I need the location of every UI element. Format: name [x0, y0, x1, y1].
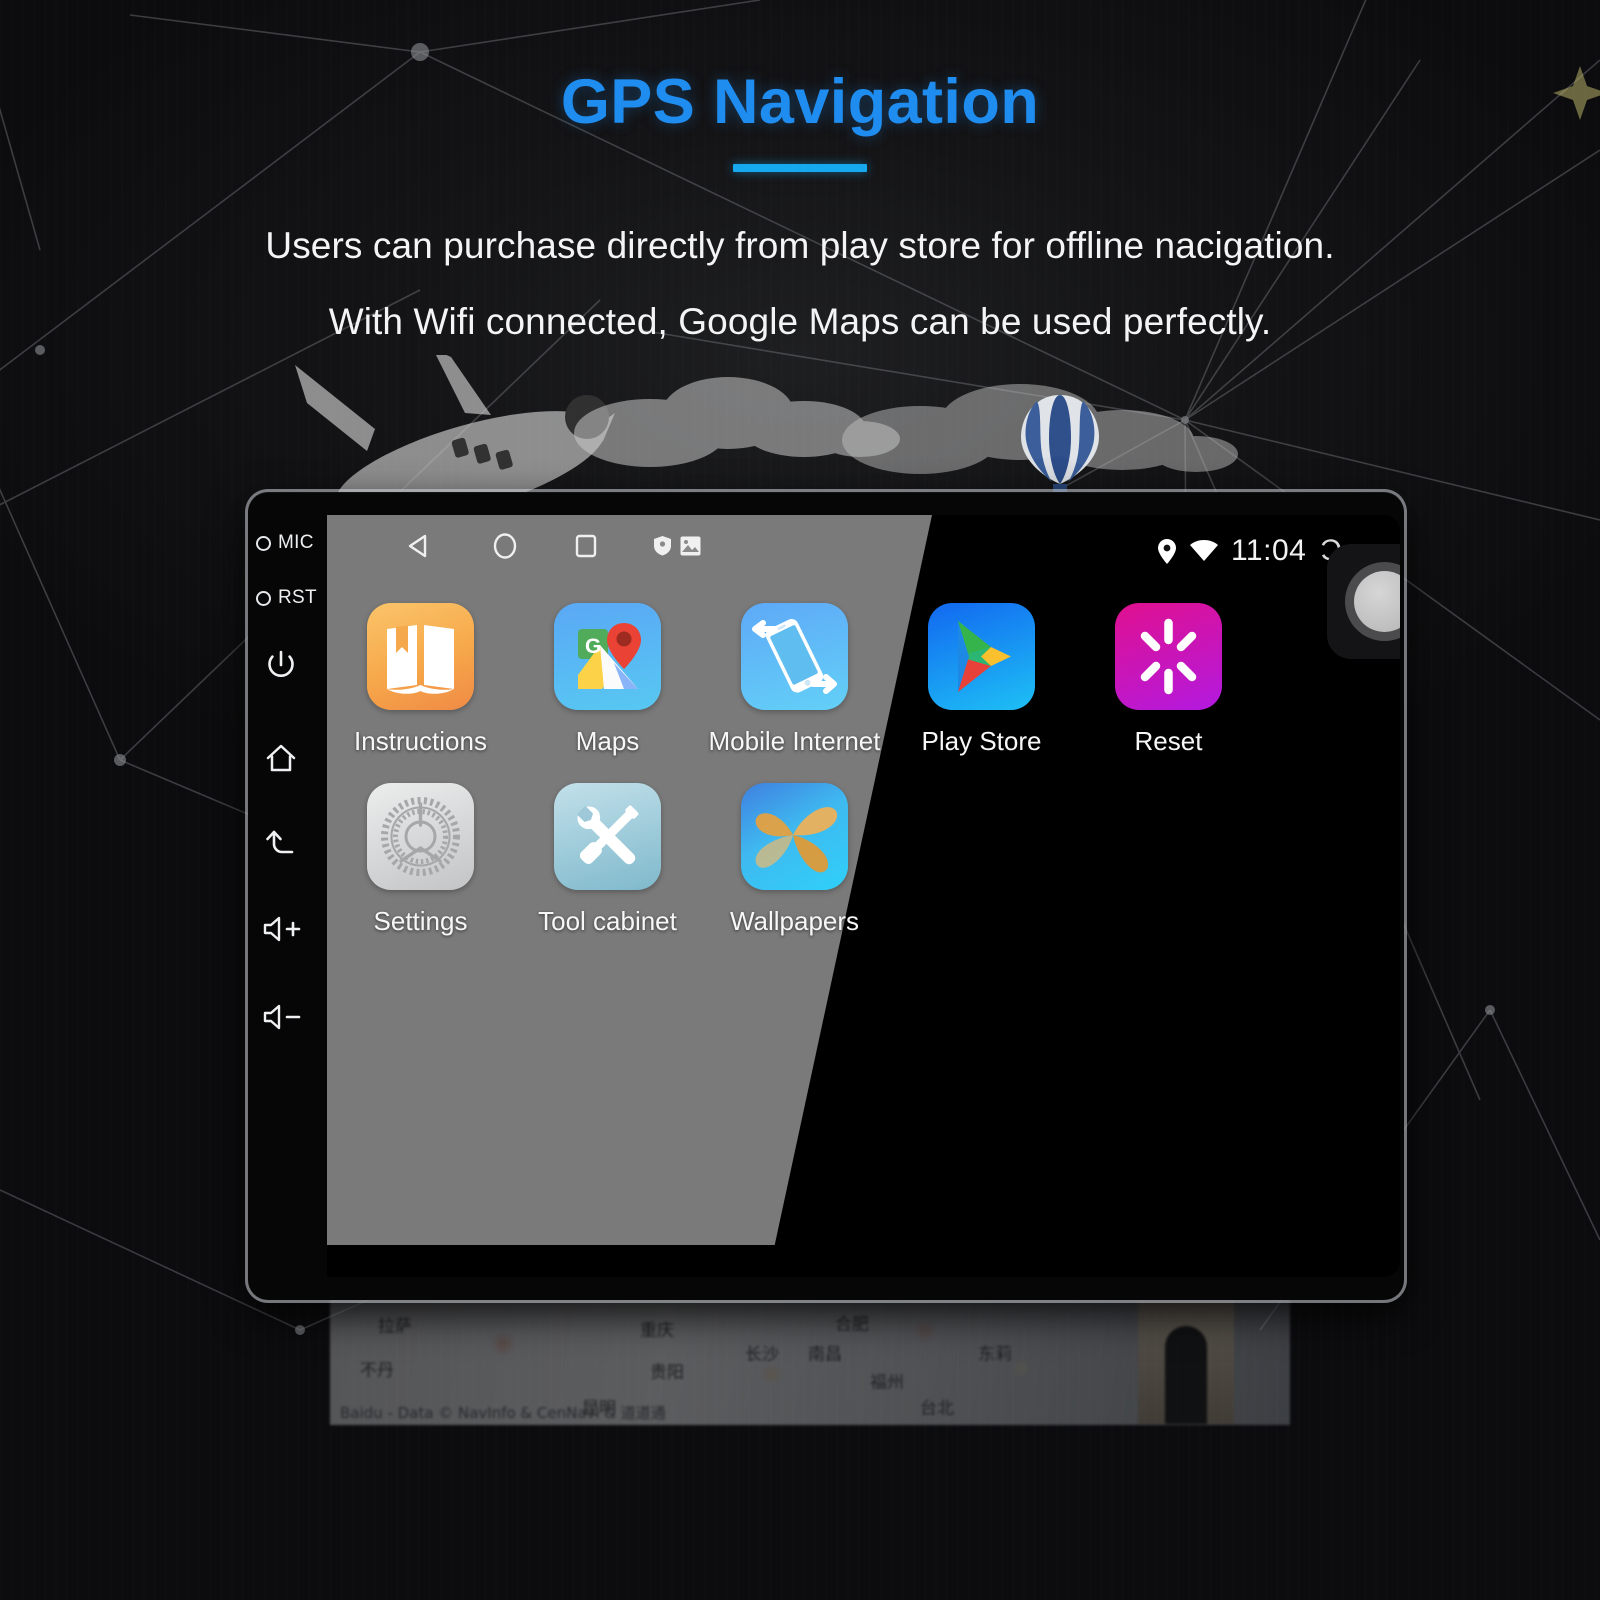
app-label: Wallpapers [729, 906, 860, 936]
map-city-label: 合肥 [835, 1315, 869, 1335]
app-play-store[interactable]: Play Store [888, 577, 1075, 757]
app-instructions[interactable]: Instructions [327, 577, 514, 757]
car-head-unit-device: MIC RST 11:04 Ɔ Instructions G Maps Mobi… [248, 492, 1404, 1300]
map-city-label: 长沙 [745, 1345, 779, 1365]
back-triangle-icon[interactable] [405, 533, 431, 559]
reset-button[interactable]: RST [256, 587, 326, 609]
map-background-photo: Baidu - Data © NavInfo & CenNavi & 道道通 拉… [330, 1290, 1290, 1425]
app-slot-empty [1075, 757, 1262, 937]
android-navigation-bar [327, 515, 932, 573]
app-label: Mobile Internet [708, 726, 881, 756]
map-city-label: 福州 [870, 1373, 904, 1393]
play-store-icon [928, 603, 1035, 710]
back-arrow-icon [266, 830, 294, 854]
app-reset[interactable]: Reset [1075, 577, 1262, 757]
page-title: GPS Navigation [560, 67, 1040, 137]
circle-dot-icon [256, 535, 271, 551]
app-label: Tool cabinet [538, 906, 677, 936]
map-credit-text: Baidu - Data © NavInfo & CenNavi & 道道通 [340, 1404, 666, 1422]
app-row: Instructions G Maps Mobile Internet Play… [327, 577, 1400, 757]
device-bottom-bezel [248, 1264, 1404, 1300]
status-bar: 11:04 Ɔ [1157, 534, 1342, 568]
subtitle-line-2: With Wifi connected, Google Maps can be … [328, 301, 1272, 342]
starburst-icon [1115, 603, 1222, 710]
app-label: Play Store [921, 726, 1042, 756]
recents-square-icon[interactable] [574, 534, 598, 558]
flower-icon [741, 783, 848, 890]
home-icon [266, 744, 296, 772]
app-settings[interactable]: Settings [327, 757, 514, 937]
volume-up-button[interactable] [261, 912, 331, 946]
map-city-label: 昆明 [582, 1399, 616, 1419]
app-row: Settings Tool cabinet Wallpapers [327, 757, 1400, 937]
clock-label: 11:04 [1230, 534, 1307, 567]
home-circle-icon[interactable] [491, 532, 519, 560]
book-icon [367, 603, 474, 710]
reset-button-label: RST [278, 587, 317, 608]
svg-text:G: G [585, 635, 601, 658]
header: GPS Navigation Users can purchase direct… [0, 0, 1600, 360]
home-button[interactable] [264, 741, 334, 775]
app-wallpapers[interactable]: Wallpapers [701, 757, 888, 937]
app-label: Settings [373, 906, 468, 936]
mic-button[interactable]: MIC [256, 532, 326, 554]
shield-icon[interactable] [653, 535, 672, 556]
location-pin-icon [1157, 538, 1176, 564]
subtitle-line-1: Users can purchase directly from play st… [265, 225, 1335, 266]
tools-icon [554, 783, 661, 890]
circle-dot-icon [256, 590, 271, 606]
app-slot-empty [888, 757, 1075, 937]
gallery-icon[interactable] [680, 536, 701, 556]
map-city-label: 南昌 [808, 1345, 842, 1365]
app-label: Maps [575, 726, 640, 756]
google-maps-icon: G [554, 603, 661, 710]
mic-button-label: MIC [278, 532, 314, 553]
app-label: Reset [1134, 726, 1203, 756]
power-button[interactable] [264, 648, 334, 682]
volume-down-button[interactable] [261, 1000, 331, 1034]
promo-banner: GPS Navigation Users can purchase direct… [0, 0, 1600, 1600]
device-side-button-rail: MIC RST [248, 492, 330, 1300]
back-button[interactable] [264, 826, 334, 860]
map-city-label: 贵阳 [650, 1363, 684, 1383]
map-city-label: 不丹 [360, 1361, 394, 1381]
wifi-icon [1189, 540, 1218, 561]
subtitle-block: Users can purchase directly from play st… [0, 208, 1600, 360]
map-city-label: 重庆 [640, 1321, 674, 1341]
map-city-label: 台北 [920, 1399, 954, 1419]
map-city-label: 东莉 [978, 1345, 1012, 1365]
phone-sync-icon [741, 603, 848, 710]
monument-silhouette [1138, 1294, 1234, 1424]
title-underline-rule [733, 164, 867, 172]
map-city-label: 拉萨 [378, 1317, 412, 1337]
app-maps[interactable]: G Maps [514, 577, 701, 757]
device-screen[interactable]: 11:04 Ɔ Instructions G Maps Mobile Inter… [327, 515, 1400, 1277]
app-tool-cabinet[interactable]: Tool cabinet [514, 757, 701, 937]
app-mobile-internet[interactable]: Mobile Internet [701, 577, 888, 757]
gear-icon [367, 783, 474, 890]
app-label: Instructions [354, 726, 487, 756]
volume-down-icon [263, 1004, 301, 1030]
volume-up-icon [263, 916, 301, 942]
power-icon [268, 650, 294, 677]
app-grid: Instructions G Maps Mobile Internet Play… [327, 577, 1400, 937]
